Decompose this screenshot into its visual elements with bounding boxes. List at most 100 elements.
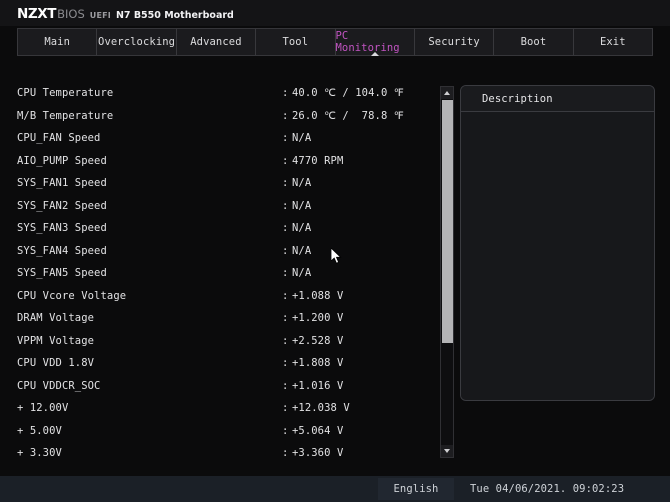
tab-boot[interactable]: Boot: [494, 29, 574, 55]
monitor-row-value: +1.016 V: [292, 379, 344, 392]
monitor-row-value: +2.528 V: [292, 334, 344, 347]
brand-bar: NZXT BIOS UEFI N7 B550 Motherboard: [0, 0, 670, 26]
monitor-row-value: +5.064 V: [292, 424, 344, 437]
tab-pc-monitoring[interactable]: PC Monitoring: [336, 29, 415, 55]
monitor-row-label: SYS_FAN4 Speed: [17, 244, 107, 257]
monitor-row: + 12.00V: +12.038 V: [0, 397, 436, 420]
monitor-row-value: +3.360 V: [292, 447, 344, 460]
monitor-row-value: +1.088 V: [292, 289, 344, 302]
monitor-row: SYS_FAN4 Speed: N/A: [0, 240, 436, 263]
monitor-row: SYS_FAN2 Speed: N/A: [0, 195, 436, 218]
monitor-row-separator: :: [282, 199, 289, 212]
monitor-row-value: N/A: [292, 244, 312, 257]
monitor-row-label: + 5.00V: [17, 424, 62, 437]
triangle-up-icon: [444, 91, 450, 95]
brand-uefi-text: UEFI: [89, 11, 111, 20]
monitor-row: CPU Temperature:40.0 ℃ / 104.0 ℉: [0, 82, 436, 105]
monitor-row-separator: :: [282, 379, 289, 392]
description-body: [461, 112, 654, 400]
monitor-row-separator: :: [282, 424, 289, 437]
monitor-row: VPPM Voltage: +2.528 V: [0, 330, 436, 353]
footer-bar: English Tue 04/06/2021. 09:02:23: [0, 476, 670, 502]
triangle-down-icon: [444, 449, 450, 453]
scroll-up-button[interactable]: [441, 87, 453, 99]
monitor-row: DRAM Voltage: +1.200 V: [0, 307, 436, 330]
monitor-row-label: M/B Temperature: [17, 109, 114, 122]
description-title: Description: [482, 92, 553, 105]
content-area: CPU Temperature:40.0 ℃ / 104.0 ℉ M/B Temp…: [0, 57, 670, 476]
scrollbar-thumb[interactable]: [441, 100, 453, 343]
monitor-row-separator: :: [282, 132, 289, 145]
monitor-row: CPU Vcore Voltage: +1.088 V: [0, 285, 436, 308]
monitor-row-label: SYS_FAN5 Speed: [17, 267, 107, 280]
monitor-row-separator: :: [282, 154, 289, 167]
monitor-row-separator: :: [282, 267, 289, 280]
monitor-row-label: SYS_FAN3 Speed: [17, 222, 107, 235]
tab-overclocking[interactable]: Overclocking: [97, 29, 177, 55]
monitor-row-value: N/A: [292, 177, 312, 190]
monitor-row: CPU VDDCR_SOC: +1.016 V: [0, 375, 436, 398]
motherboard-name: N7 B550 Motherboard: [115, 10, 234, 21]
monitor-row-separator: :: [282, 109, 289, 122]
monitor-row-separator: :: [282, 177, 289, 190]
monitor-row: SYS_FAN1 Speed: N/A: [0, 172, 436, 195]
main-tab-bar: Main Overclocking Advanced Tool PC Monitorin…: [17, 28, 653, 56]
monitor-row: + 5.00V: +5.064 V: [0, 420, 436, 443]
monitor-row-label: AIO_PUMP Speed: [17, 154, 107, 167]
monitor-row-value: N/A: [292, 132, 312, 145]
monitor-row-label: CPU VDDCR_SOC: [17, 379, 101, 392]
monitor-row-value: N/A: [292, 199, 312, 212]
datetime-display: Tue 04/06/2021. 09:02:23: [470, 483, 625, 495]
monitor-row-separator: :: [282, 402, 289, 415]
description-panel: Description: [460, 85, 655, 401]
monitor-row-value: N/A: [292, 222, 312, 235]
monitor-row-value: +1.808 V: [292, 357, 344, 370]
monitor-row-separator: :: [282, 244, 289, 257]
scroll-down-button[interactable]: [441, 445, 453, 457]
brand-nzxt-text: NZXT: [17, 6, 57, 22]
monitor-row-label: CPU Temperature: [17, 87, 114, 100]
tab-main[interactable]: Main: [17, 29, 98, 55]
monitor-row-label: SYS_FAN2 Speed: [17, 199, 107, 212]
language-button[interactable]: English: [378, 478, 454, 500]
monitor-row-label: CPU Vcore Voltage: [17, 289, 127, 302]
pc-monitoring-list: CPU Temperature:40.0 ℃ / 104.0 ℉ M/B Temp…: [0, 57, 436, 476]
monitor-row: CPU_FAN Speed: N/A: [0, 127, 436, 150]
monitor-row-value: 26.0 ℃ / 78.8 ℉: [292, 109, 404, 122]
description-header: Description: [461, 86, 654, 112]
monitor-row-separator: :: [282, 222, 289, 235]
tab-exit[interactable]: Exit: [574, 29, 653, 55]
monitor-row-value: 40.0 ℃ / 104.0 ℉: [292, 87, 404, 100]
monitor-row: CPU VDD 1.8V: +1.808 V: [0, 352, 436, 375]
tab-advanced[interactable]: Advanced: [177, 29, 257, 55]
monitor-row-separator: :: [282, 447, 289, 460]
monitor-row-label: + 12.00V: [17, 402, 69, 415]
monitor-row-label: DRAM Voltage: [17, 312, 95, 325]
monitor-row-value: +1.200 V: [292, 312, 344, 325]
monitor-row-label: SYS_FAN1 Speed: [17, 177, 107, 190]
tab-security[interactable]: Security: [415, 29, 495, 55]
monitor-row: SYS_FAN3 Speed: N/A: [0, 217, 436, 240]
monitor-row: AIO_PUMP Speed:4770 RPM: [0, 150, 436, 173]
bios-screen: NZXT BIOS UEFI N7 B550 Motherboard Main O…: [0, 0, 670, 502]
monitor-row: + 3.30V: +3.360 V: [0, 442, 436, 465]
monitor-row-separator: :: [282, 312, 289, 325]
brand-logo: NZXT BIOS UEFI N7 B550 Motherboard: [17, 6, 234, 22]
monitoring-scrollbar[interactable]: [440, 86, 454, 458]
monitor-row-separator: :: [282, 289, 289, 302]
monitor-row-value: +12.038 V: [292, 402, 350, 415]
monitor-row-label: + 3.30V: [17, 447, 62, 460]
brand-bios-text: BIOS: [57, 7, 85, 21]
monitor-row-separator: :: [282, 357, 289, 370]
monitor-row: SYS_FAN5 Speed: N/A: [0, 262, 436, 285]
monitor-row-separator: :: [282, 334, 289, 347]
monitor-row-label: VPPM Voltage: [17, 334, 95, 347]
monitor-row-separator: :: [282, 87, 289, 100]
language-label: English: [393, 483, 439, 495]
tab-tool[interactable]: Tool: [256, 29, 336, 55]
monitor-row-label: CPU VDD 1.8V: [17, 357, 95, 370]
monitor-row: M/B Temperature:26.0 ℃ / 78.8 ℉: [0, 105, 436, 128]
monitor-row-value: 4770 RPM: [292, 154, 344, 167]
monitor-row-label: CPU_FAN Speed: [17, 132, 101, 145]
monitor-row-value: N/A: [292, 267, 312, 280]
